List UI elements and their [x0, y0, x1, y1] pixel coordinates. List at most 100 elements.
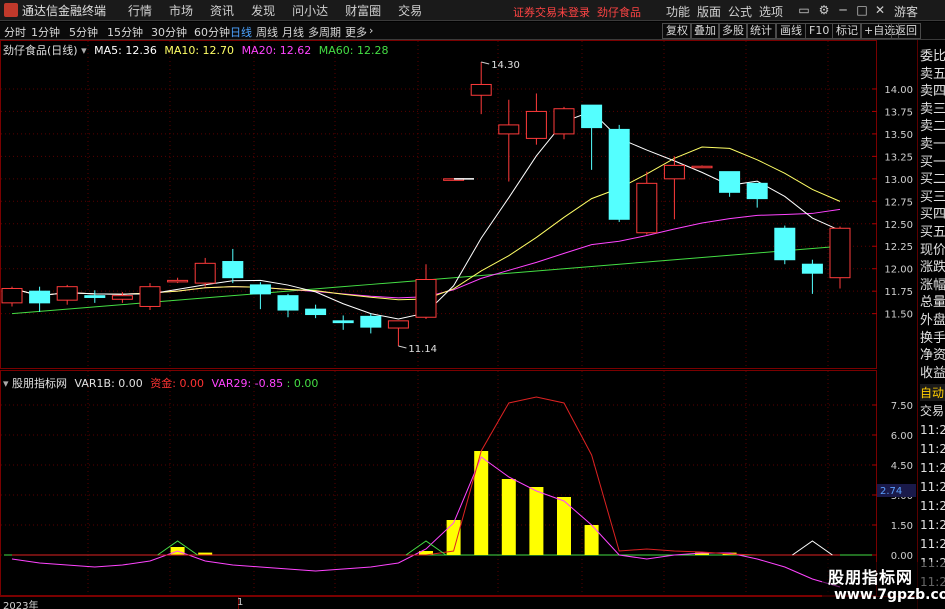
- candle-down: [305, 308, 327, 316]
- auto-button[interactable]: 自动: [920, 384, 945, 401]
- indicator-bar: [529, 487, 544, 555]
- side-label: 买三: [920, 189, 945, 205]
- candle-down: [360, 315, 382, 328]
- main-chart-legend: 劲仔食品(日线) ▾ MA5: 12.36 MA10: 12.70 MA20: …: [3, 42, 389, 58]
- ind-tick-label: 1.50: [891, 521, 913, 532]
- menu-caifuquan[interactable]: 财富圈: [345, 2, 381, 19]
- dropdown-icon[interactable]: ▾: [81, 44, 87, 57]
- side-label: 涨幅: [920, 277, 945, 293]
- period-multi[interactable]: 多周期: [308, 24, 341, 40]
- period-daily[interactable]: 日线: [230, 24, 252, 40]
- tool-huaxian[interactable]: 画线: [776, 23, 806, 39]
- candle-up: [167, 279, 189, 283]
- time-axis-year: 2023年: [3, 601, 39, 609]
- settings-icon[interactable]: ⚙: [817, 3, 831, 17]
- tool-f10[interactable]: F10: [805, 23, 834, 39]
- ind-tick-label: 7.50: [891, 401, 913, 412]
- candle-down: [581, 104, 603, 129]
- chart-title: 劲仔食品(日线): [3, 44, 78, 57]
- candle-up: [415, 278, 437, 318]
- candle-up: [470, 83, 492, 96]
- menu-xuanxiang[interactable]: 选项: [759, 3, 783, 20]
- legend-ma60: MA60: 12.28: [318, 44, 389, 57]
- tool-fuquan[interactable]: 复权: [662, 23, 692, 39]
- period-weekly[interactable]: 周线: [256, 24, 278, 40]
- current-value: 2.74: [880, 486, 902, 497]
- dropdown-icon[interactable]: ▾: [3, 377, 9, 390]
- tool-duogu[interactable]: 多股: [718, 23, 748, 39]
- chevron-right-icon[interactable]: ›: [369, 24, 373, 37]
- side-label: 买五: [920, 225, 945, 240]
- close-icon[interactable]: ✕: [873, 3, 887, 17]
- zijin-line: [12, 396, 840, 556]
- maximize-icon[interactable]: □: [855, 3, 869, 17]
- main-frame: [0, 40, 877, 369]
- trade-label[interactable]: 交易: [920, 402, 944, 419]
- period-fenshi[interactable]: 分时: [4, 24, 26, 40]
- side-label: 换手: [920, 330, 945, 346]
- menu-jiaoyi[interactable]: 交易: [398, 2, 422, 19]
- price-tick-label: 13.25: [884, 152, 913, 163]
- indicator-bar: [474, 451, 489, 555]
- period-15min[interactable]: 15分钟: [107, 24, 143, 40]
- menu-faxian[interactable]: 发现: [251, 2, 275, 19]
- tool-biaoji[interactable]: 标记: [832, 23, 862, 39]
- side-label: 净资: [920, 348, 945, 364]
- legend-ma10: MA10: 12.70: [164, 44, 235, 57]
- tool-tongji[interactable]: 统计: [746, 23, 776, 39]
- indicator-bar: [584, 525, 599, 555]
- ind-tick-label: 4.50: [891, 461, 913, 472]
- tool-diejia[interactable]: 叠加: [690, 23, 720, 39]
- candle-up: [1, 287, 23, 304]
- menu-shichang[interactable]: 市场: [169, 2, 193, 19]
- side-label: 卖二: [920, 119, 945, 135]
- period-monthly[interactable]: 月线: [282, 24, 304, 40]
- watermark-title: 股朋指标网: [828, 568, 914, 587]
- watermark: 股朋指标网 www.7gpzb.com: [822, 562, 945, 609]
- candle-down: [29, 290, 51, 304]
- side-label: 现价: [920, 242, 945, 258]
- signal-triangle: [792, 540, 833, 556]
- legend-zijin: 资金: 0.00: [150, 377, 204, 390]
- menu-wenxiaoda[interactable]: 问小达: [292, 2, 328, 19]
- side-label: 卖五: [920, 66, 945, 82]
- candlestick-chart[interactable]: 14.00 13.75 13.50 13.25 13.00 12.75 12.50 12.25…: [0, 40, 917, 609]
- period-5min[interactable]: 5分钟: [69, 24, 98, 40]
- tool-fanhui[interactable]: 返回: [891, 23, 921, 39]
- title-bar: 通达信金融终端 行情 市场 资讯 发现 问小达 财富圈 交易 证券交易未登录 劲…: [0, 0, 945, 21]
- side-label: 卖一: [920, 137, 945, 152]
- tick-time: 11:27: [920, 423, 945, 437]
- high-marker: [481, 61, 490, 65]
- menu-banmian[interactable]: 版面: [697, 3, 721, 20]
- minimize-icon[interactable]: ─: [836, 3, 850, 17]
- side-label: 卖四: [920, 84, 945, 100]
- candle-down: [222, 261, 244, 279]
- ind-tick-label: 6.00: [891, 431, 913, 442]
- high-label: 14.30: [491, 60, 520, 71]
- legend-var1b: VAR1B: 0.00: [74, 377, 143, 390]
- menu-hangqing[interactable]: 行情: [128, 2, 152, 19]
- guest-label[interactable]: 游客: [894, 3, 918, 20]
- price-tick-label: 12.50: [884, 220, 913, 231]
- tick-time: 11:27: [920, 461, 945, 475]
- login-alert[interactable]: 证券交易未登录 劲仔食品: [513, 4, 641, 20]
- side-label: 买二: [920, 172, 945, 188]
- side-label: 买一: [920, 154, 945, 170]
- menu-gongshi[interactable]: 公式: [728, 3, 752, 20]
- tick-time: 11:27: [920, 480, 945, 494]
- price-tick-label: 12.00: [884, 265, 913, 276]
- period-toolbar: 分时 1分钟 5分钟 15分钟 30分钟 60分钟 日线 周线 月线 多周期 更…: [0, 22, 945, 40]
- side-label: 买四: [920, 207, 945, 223]
- tick-time: 11:28: [920, 518, 945, 532]
- trading-terminal-window: 通达信金融终端 行情 市场 资讯 发现 问小达 财富圈 交易 证券交易未登录 劲…: [0, 0, 945, 609]
- menu-zixun[interactable]: 资讯: [210, 2, 234, 19]
- menu-gongneng[interactable]: 功能: [666, 3, 690, 20]
- candle-down: [746, 182, 768, 200]
- tick-time: 11:27: [920, 442, 945, 456]
- period-more[interactable]: 更多: [345, 24, 367, 40]
- period-1min[interactable]: 1分钟: [31, 24, 60, 40]
- period-30min[interactable]: 30分钟: [151, 24, 187, 40]
- side-label: 委比: [920, 49, 945, 64]
- period-60min[interactable]: 60分钟: [194, 24, 230, 40]
- skin-icon[interactable]: ▭: [797, 3, 811, 17]
